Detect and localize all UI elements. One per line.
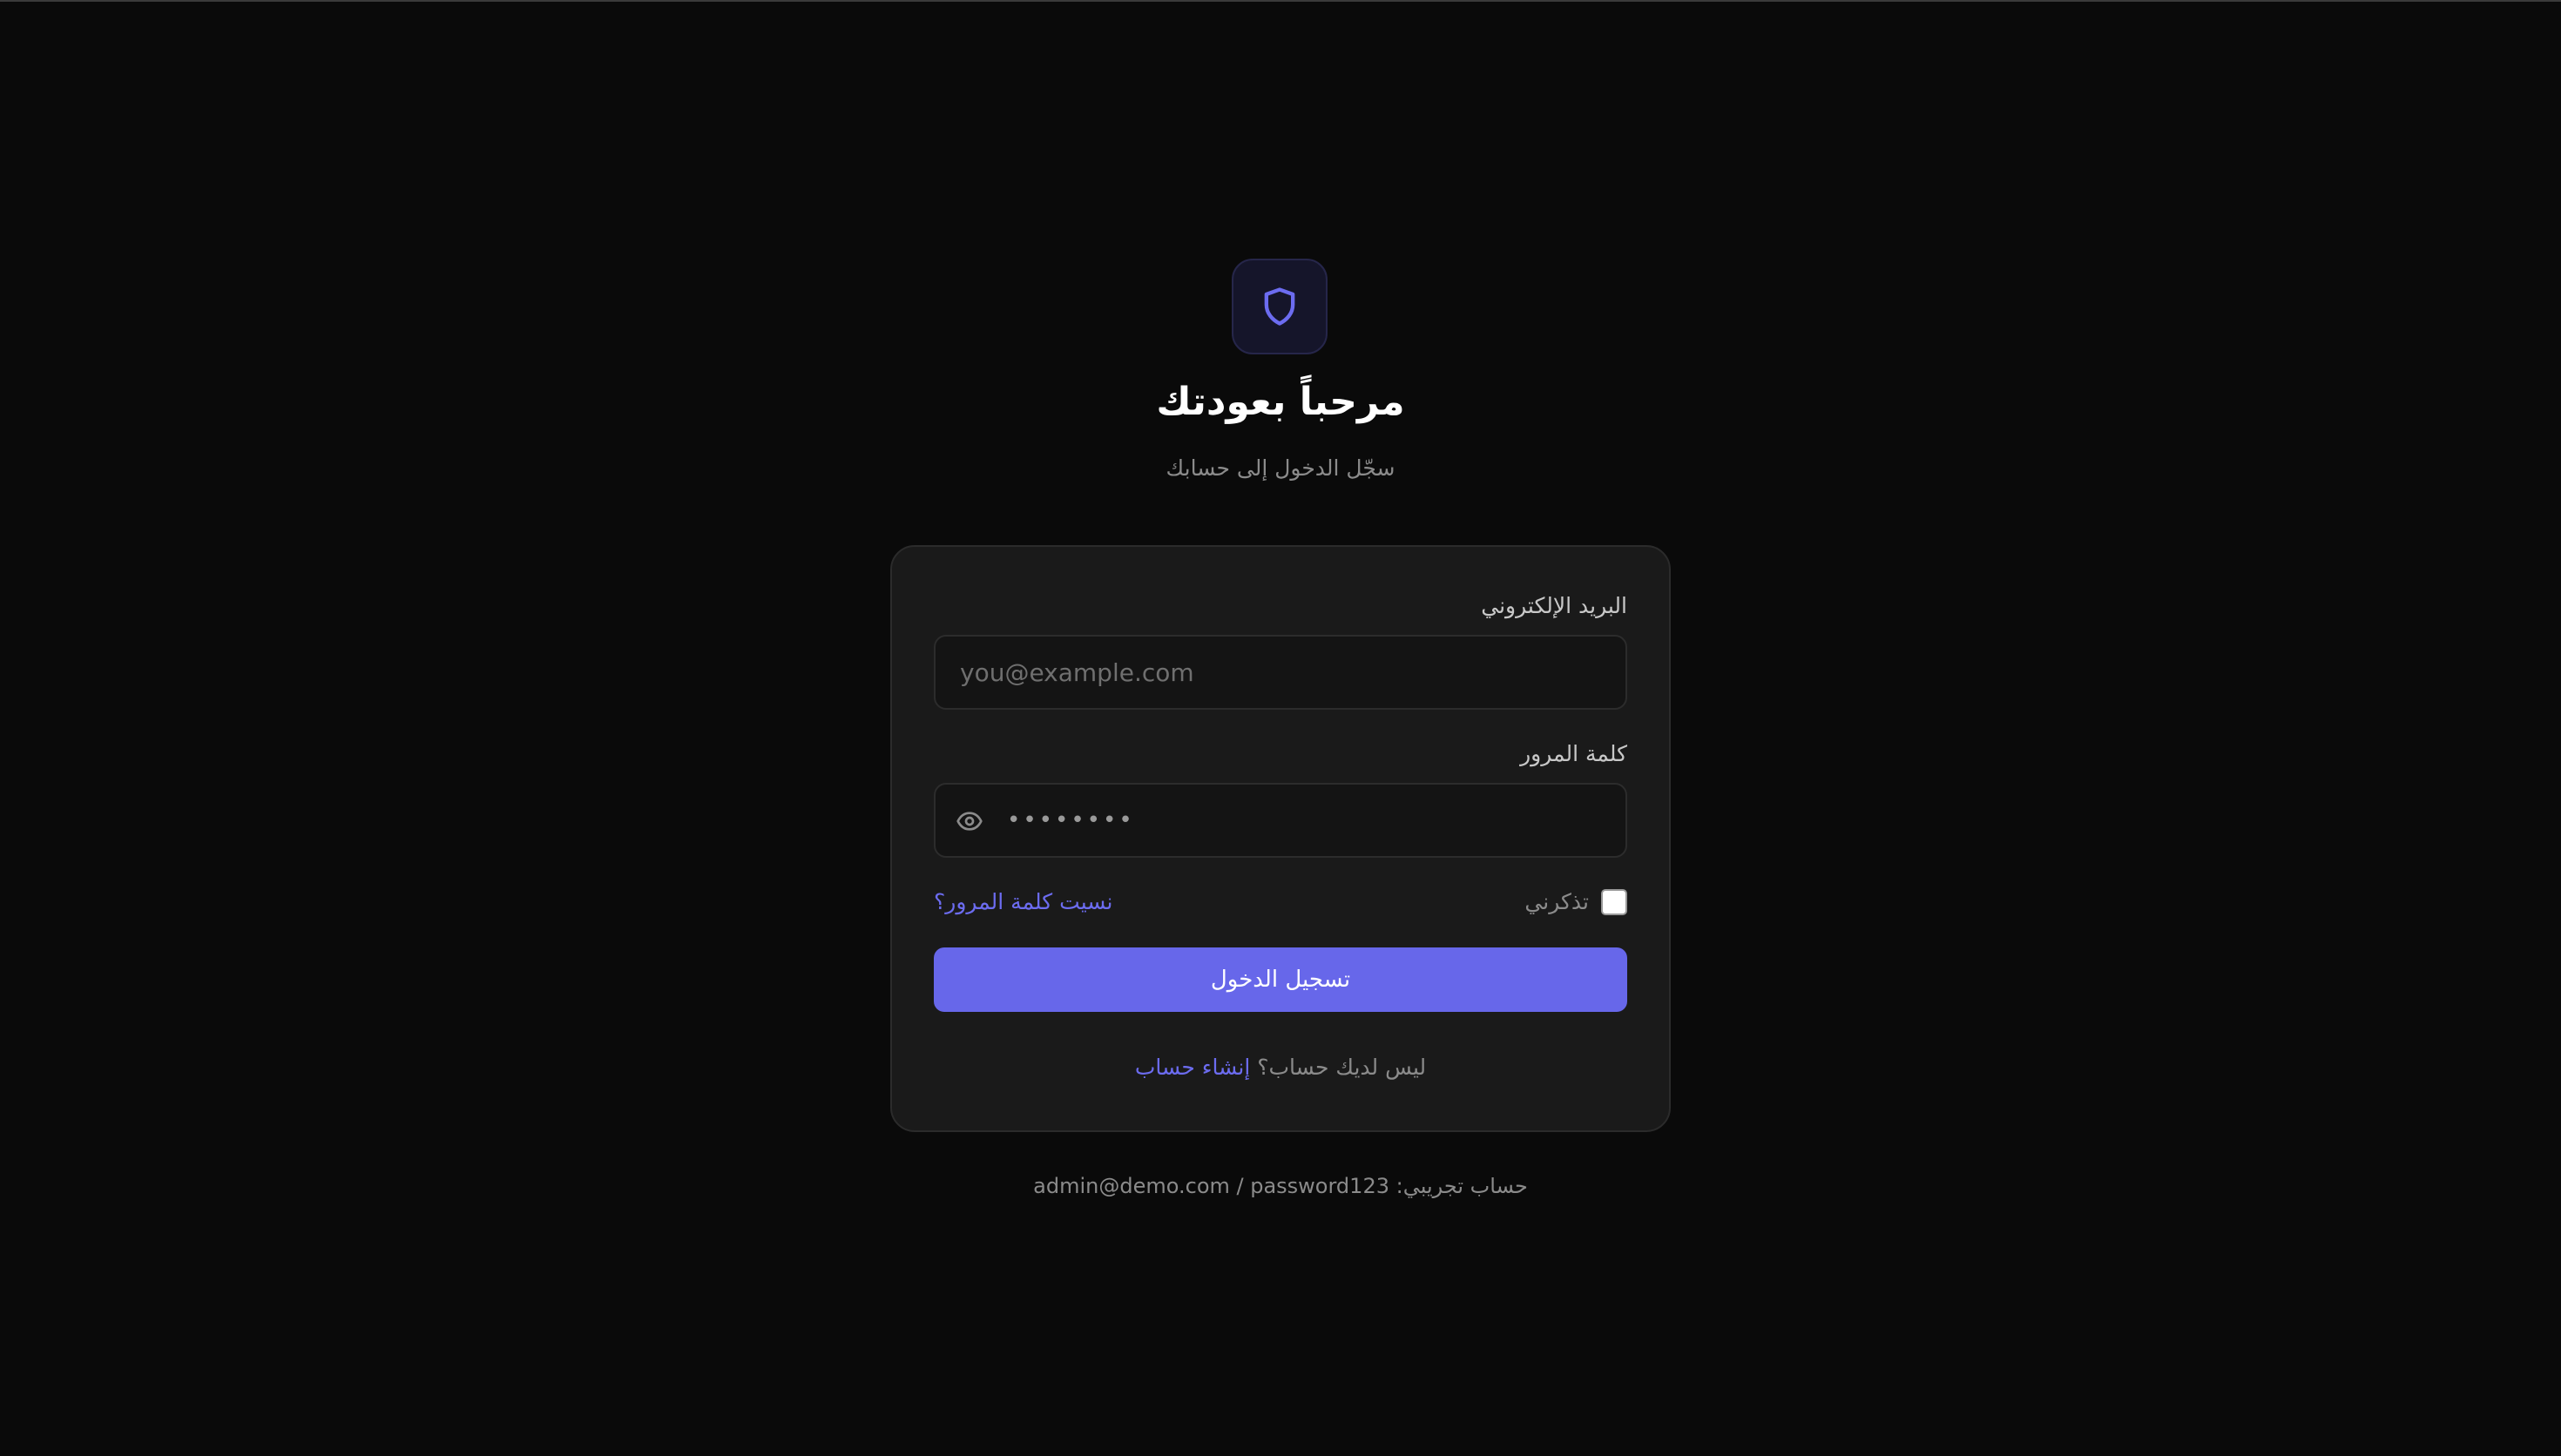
login-page: مرحباً بعودتك سجّل الدخول إلى حسابك البر… bbox=[0, 0, 2561, 1456]
demo-credentials-prefix: حساب تجريبي: bbox=[1395, 1174, 1528, 1198]
email-field-box bbox=[934, 635, 1627, 710]
password-label: كلمة المرور bbox=[1520, 741, 1627, 766]
remember-me: تذكرني bbox=[1524, 885, 1627, 920]
demo-credentials: admin@demo.com / password123 حساب تجريبي… bbox=[0, 1170, 2561, 1202]
email-label: البريد الإلكتروني bbox=[1481, 593, 1627, 618]
shield-icon bbox=[1264, 287, 1295, 326]
password-field-box bbox=[934, 783, 1627, 858]
demo-credentials-value: admin@demo.com / password123 bbox=[1033, 1174, 1389, 1198]
page-subtitle: سجّل الدخول إلى حسابك bbox=[1166, 455, 1395, 481]
logo-badge bbox=[1232, 259, 1328, 354]
password-field[interactable] bbox=[1007, 785, 1601, 856]
eye-icon[interactable] bbox=[955, 806, 984, 836]
remember-me-checkbox[interactable] bbox=[1601, 889, 1627, 915]
signup-row: ليس لديك حساب؟ إنشاء حساب bbox=[892, 1052, 1669, 1083]
remember-me-label[interactable]: تذكرني bbox=[1524, 886, 1589, 918]
login-card: البريد الإلكتروني كلمة المرور تذكرني نسي… bbox=[890, 545, 1671, 1132]
forgot-password-link[interactable]: نسيت كلمة المرور؟ bbox=[934, 886, 1113, 918]
signup-prompt: ليس لديك حساب؟ bbox=[1257, 1055, 1427, 1080]
login-button[interactable]: تسجيل الدخول bbox=[934, 947, 1627, 1012]
email-field[interactable] bbox=[960, 637, 1601, 708]
create-account-link[interactable]: إنشاء حساب bbox=[1135, 1055, 1250, 1080]
page-title: مرحباً بعودتك bbox=[1156, 380, 1405, 424]
